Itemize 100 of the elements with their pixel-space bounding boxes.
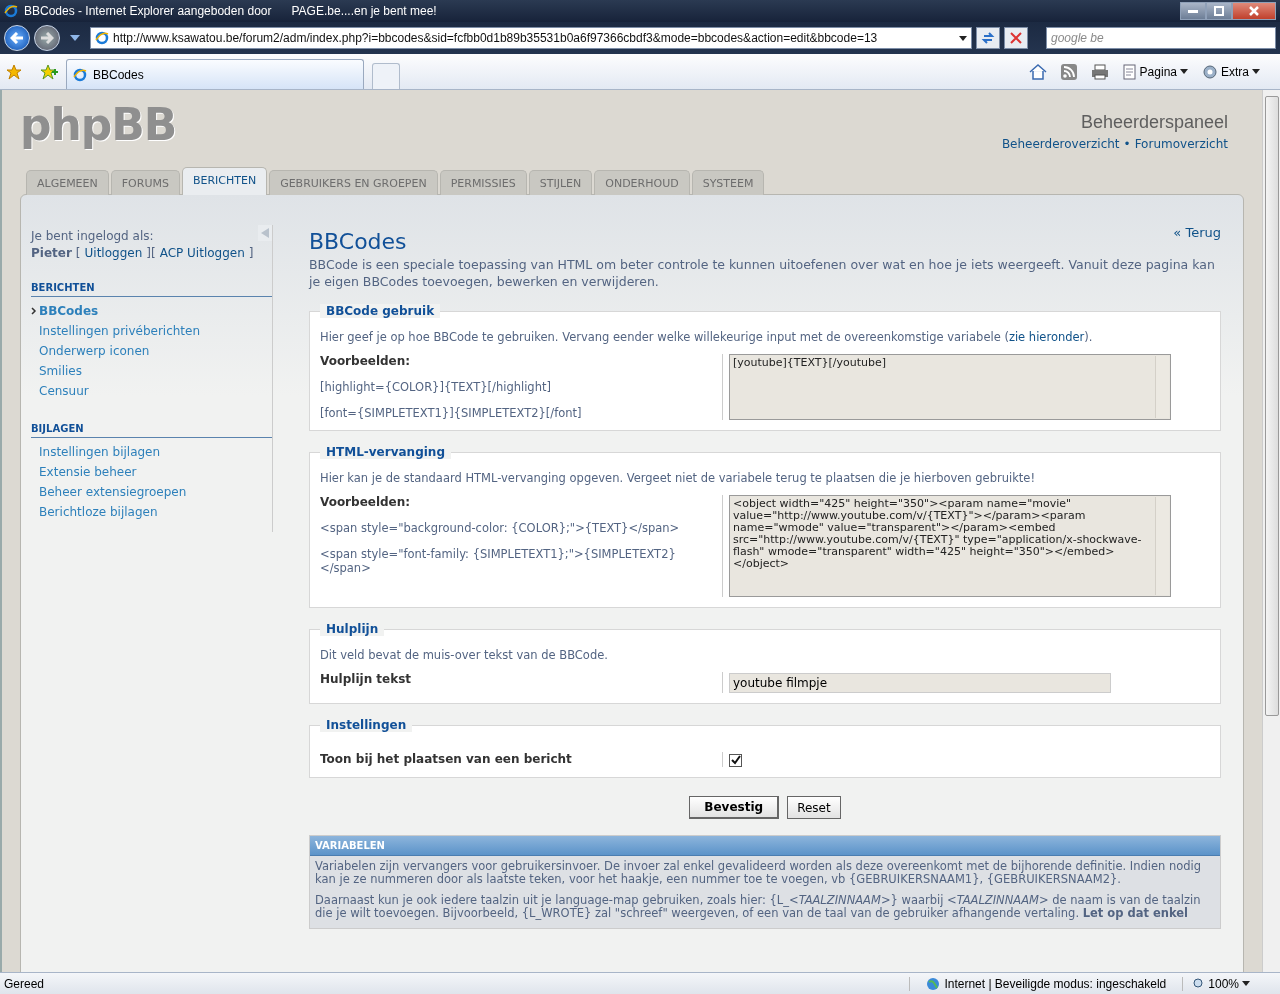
close-button[interactable] xyxy=(1232,2,1276,20)
example-code: <span style="font-family: {SIMPLETEXT1};">{SIMPLETEXT2}</span> xyxy=(320,547,677,575)
address-field[interactable]: http://www.ksawatou.be/forum2/adm/index.php?i=bbcodes&sid=fcfbb0d1b89b35531b0a6f97366cbdf3&mode=bbcodes&action=edit&bbcode=13 xyxy=(90,27,972,49)
code-textarea[interactable]: [youtube]{TEXT}[/youtube] xyxy=(729,354,1171,420)
field-label: Toon bij het plaatsen van een bericht xyxy=(320,752,573,766)
nav-tab[interactable]: PERMISSIES xyxy=(439,170,527,195)
gear-icon xyxy=(1202,63,1218,80)
field-label: Voorbeelden: xyxy=(320,354,412,368)
caret-icon xyxy=(959,35,967,41)
nav-tab[interactable]: ONDERHOUD xyxy=(594,170,690,195)
nav-tab[interactable]: ALGEMEEN xyxy=(26,170,109,195)
field-label: Voorbeelden: xyxy=(320,495,412,509)
back-arrow-icon xyxy=(10,32,24,44)
toolbar-menu-button[interactable]: Extra xyxy=(1202,63,1260,80)
minimize-icon xyxy=(1188,9,1198,13)
nav-tab[interactable]: GEBRUIKERS EN GROEPEN xyxy=(269,170,438,195)
page-title: BBCodes xyxy=(309,229,407,254)
sidebar-item[interactable]: Extensie beheer xyxy=(31,462,272,482)
sidebar-section-title: BERICHTEN xyxy=(31,282,272,297)
sidebar-item[interactable]: Berichtloze bijlagen xyxy=(31,502,272,522)
header-link[interactable]: Forumoverzicht xyxy=(1134,137,1228,151)
favorites-star-icon[interactable] xyxy=(6,63,22,80)
zoom-level[interactable]: 100% xyxy=(1182,976,1276,991)
site-logo: phpBB xyxy=(20,100,177,152)
reset-button[interactable]: Reset xyxy=(787,796,841,819)
restore-icon xyxy=(1214,6,1224,16)
variables-header: VARIABELEN xyxy=(310,836,1220,856)
window-title-extra: PAGE.be....en je bent mee! xyxy=(291,4,437,18)
minimize-button[interactable] xyxy=(1180,2,1206,20)
triangle-left-icon xyxy=(261,228,269,238)
status-text: Gereed xyxy=(4,976,45,991)
forward-arrow-icon xyxy=(40,32,54,44)
sidebar-item[interactable]: BBCodes xyxy=(31,301,272,321)
sidebar-item[interactable]: Censuur xyxy=(31,381,272,401)
bracket: ][ xyxy=(146,246,156,260)
panel-intro: Hier geef je op hoe BBCode te gebruiken. Vervang eender welke willekeurige input met de overeenkomstige variabele (zie hieronder). xyxy=(320,330,1094,344)
forward-button[interactable] xyxy=(34,25,60,51)
panel-legend: HTML-vervanging xyxy=(320,445,451,459)
window-title: BBCodes - Internet Explorer aangeboden door xyxy=(24,4,272,18)
logout-link[interactable]: Uitloggen xyxy=(84,246,143,260)
caret-icon xyxy=(1180,69,1188,74)
caret-icon xyxy=(1252,69,1260,74)
panel-legend: Instellingen xyxy=(320,718,413,732)
browser-logo-icon xyxy=(73,67,87,82)
security-zone: Internet | Beveiligde modus: ingeschakeld xyxy=(909,976,1183,991)
sidebar-item[interactable]: Beheer extensiegroepen xyxy=(31,482,272,502)
magnifier-icon xyxy=(1193,977,1206,990)
close-icon xyxy=(1010,32,1022,44)
search-field[interactable]: google be xyxy=(1046,27,1276,49)
code-textarea[interactable]: <object width="425" height="350"><param name="movie" value="http://www.youtube.com/v/{TEXT}"></param><param name="wmode" value="transparent"></param><embed src="http://www.youtube.com/v/{TEXT}" type="application/x-shockwave-flash" wmode="transparent" width="425" height="350"></embed></object> xyxy=(729,495,1171,597)
intro-link[interactable]: zie hieronder xyxy=(1008,330,1085,344)
panel-legend: Hulplijn xyxy=(320,622,385,636)
username: Pieter xyxy=(31,246,72,260)
nav-tab[interactable]: BERICHTEN xyxy=(181,167,268,195)
sidebar-item[interactable]: Onderwerp iconen xyxy=(31,341,272,361)
field-label: Hulplijn tekst xyxy=(320,672,413,686)
input-field[interactable]: youtube filmpje xyxy=(729,673,1111,693)
login-label: Je bent ingelogd als: xyxy=(31,229,154,243)
globe-icon xyxy=(926,976,941,991)
bracket: [ xyxy=(75,246,81,260)
example-code: [highlight={COLOR}]{TEXT}[/highlight] xyxy=(320,380,552,394)
history-caret-icon[interactable] xyxy=(70,35,80,41)
panel-intro: Dit veld bevat de muis-over tekst van de BBCode. xyxy=(320,648,609,662)
acp-logout-link[interactable]: ACP Uitloggen xyxy=(159,246,245,260)
stop-button[interactable] xyxy=(1004,27,1028,49)
page-icon xyxy=(1122,63,1137,80)
page-description: BBCode is een speciale toepassing van HTML om beter controle te kunnen uitoefenen over wat en hoe je iets weergeeft. Vanuit deze pagina kan je eigen BBCodes toevoegen, bewerken en verwijderen. xyxy=(309,256,1216,290)
page-scrollbar[interactable] xyxy=(1262,90,1280,972)
back-link[interactable]: « Terug xyxy=(1173,225,1221,240)
bracket: ] xyxy=(248,246,254,260)
close-icon xyxy=(1249,6,1259,16)
refresh-icon xyxy=(981,31,995,45)
printer-icon[interactable] xyxy=(1090,63,1109,80)
header-link[interactable]: Beheerderoverzicht xyxy=(1001,137,1120,151)
checkbox[interactable] xyxy=(729,754,742,767)
nav-tab[interactable]: SYSTEEM xyxy=(691,170,765,195)
refresh-button[interactable] xyxy=(976,27,1000,49)
back-button[interactable] xyxy=(4,25,30,51)
toolbar-menu-button[interactable]: Pagina xyxy=(1122,63,1188,80)
feed-icon[interactable] xyxy=(1060,63,1077,80)
nav-tab[interactable]: STIJLEN xyxy=(528,170,593,195)
restore-button[interactable] xyxy=(1206,2,1232,20)
sidebar-item[interactable]: Instellingen bijlagen xyxy=(31,442,272,462)
browser-logo-icon xyxy=(95,31,109,45)
variables-paragraph: Variabelen zijn vervangers voor gebruikersinvoer. De invoer zal enkel gevalideerd worden als deze overeenkomt met de bijhorende definitie. Indien nodig kan je ze nummeren door als laatste teken, voor het haakje, een nummer toe te voegen, vb {GEBRUIKERSNAAM1}, {GEBRUIKERSNAAM2}. xyxy=(315,860,1203,886)
add-favorite-star-icon[interactable] xyxy=(40,63,58,80)
example-code: [font={SIMPLETEXT1}]{SIMPLETEXT2}[/font] xyxy=(320,406,583,420)
home-icon[interactable] xyxy=(1028,63,1047,80)
checkmark-icon xyxy=(730,755,741,766)
sidebar-item[interactable]: Smilies xyxy=(31,361,272,381)
browser-logo-icon xyxy=(4,4,18,18)
submit-button[interactable]: Bevestig xyxy=(689,796,780,819)
link-separator: • xyxy=(1123,137,1131,151)
browser-tab[interactable]: BBCodes xyxy=(66,59,364,89)
sidebar-section-title: BIJLAGEN xyxy=(31,423,272,438)
panel-intro: Hier kan je de standaard HTML-vervanging opgeven. Vergeet niet de variabele terug te plaatsen die je hierboven gebruikte! xyxy=(320,471,1037,485)
sidebar-item[interactable]: Instellingen privéberichten xyxy=(31,321,272,341)
nav-tab[interactable]: FORUMS xyxy=(110,170,180,195)
caret-icon xyxy=(1242,981,1250,986)
chevron-icon xyxy=(31,307,37,315)
